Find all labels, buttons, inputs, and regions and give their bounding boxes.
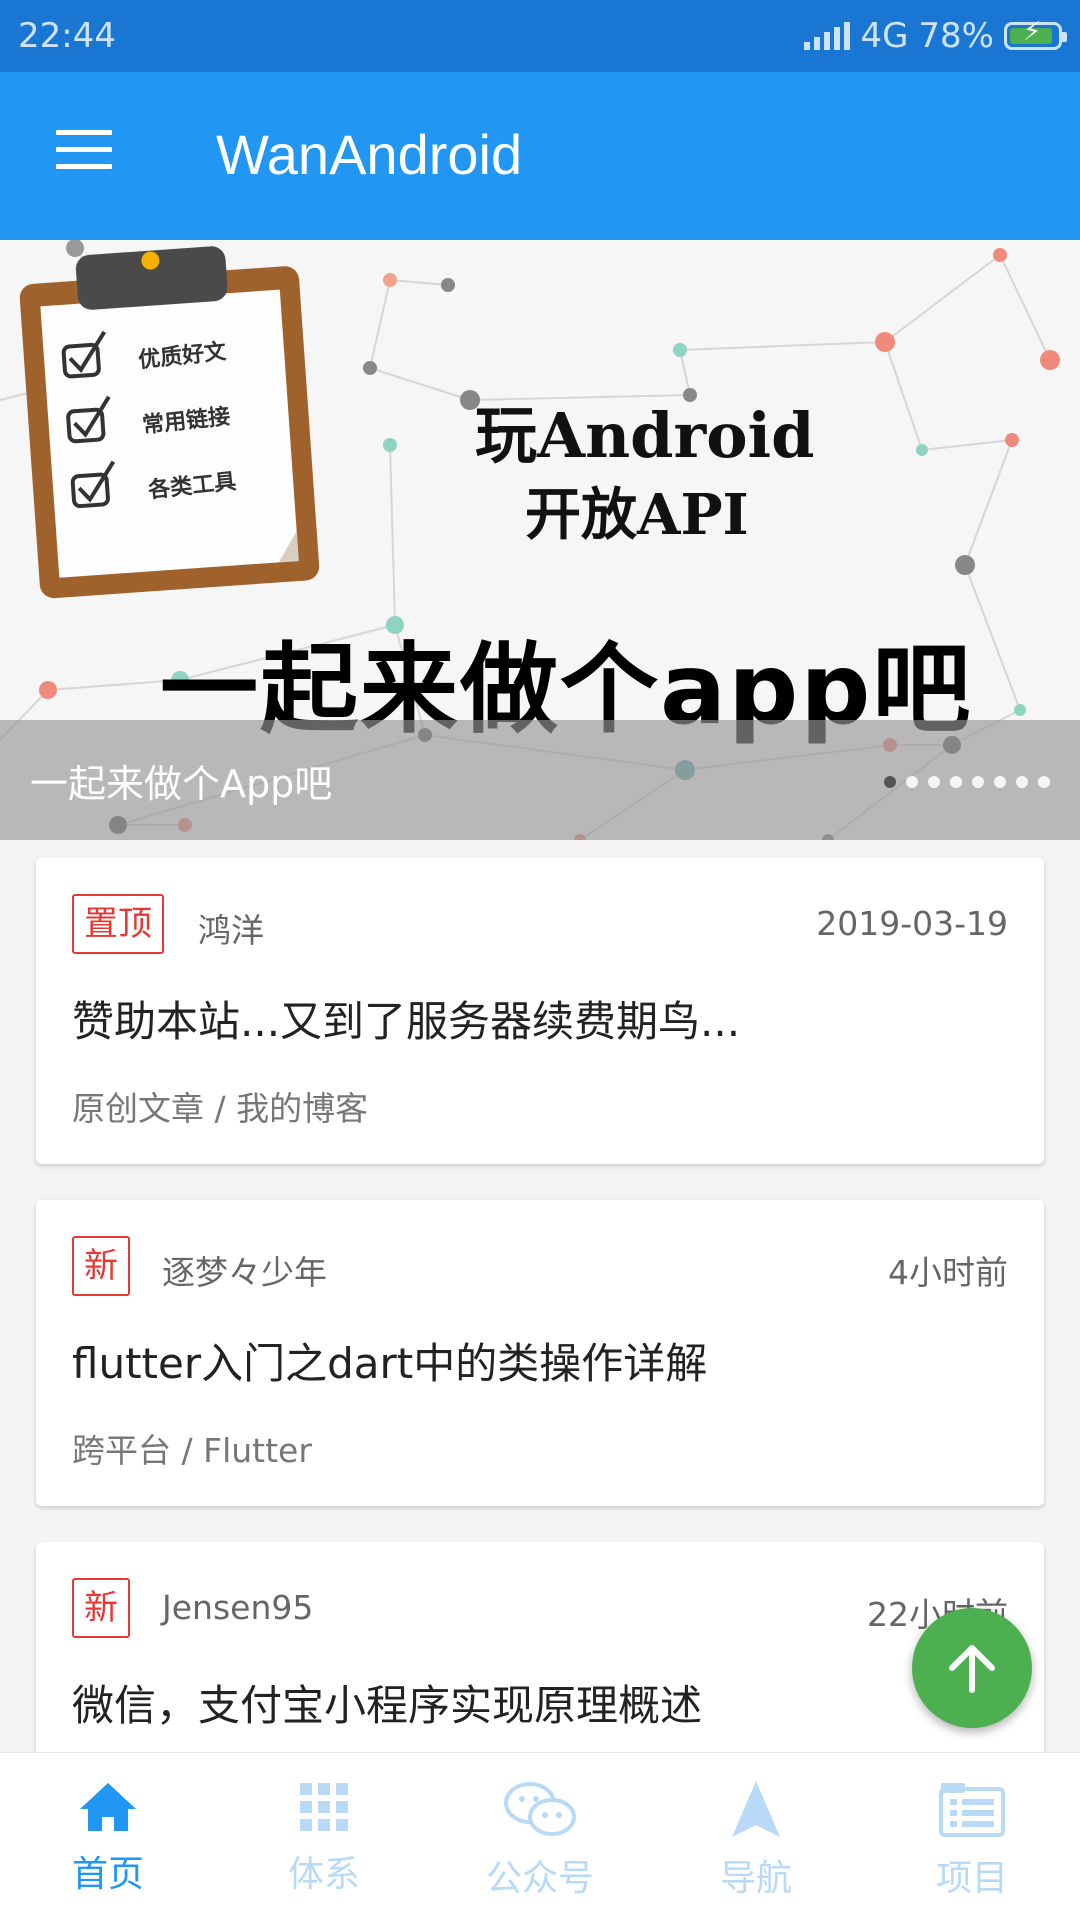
- carousel-dot[interactable]: [1038, 776, 1050, 788]
- app-title: WanAndroid: [216, 123, 523, 186]
- article-date: 2019-03-19: [816, 904, 1008, 943]
- carousel-dot[interactable]: [950, 776, 962, 788]
- network-type: 4G: [860, 16, 909, 56]
- signal-icon: [804, 22, 851, 50]
- nav-label: 首页: [71, 1854, 144, 1895]
- battery-icon: ⚡: [1004, 19, 1067, 50]
- banner-headline: 玩Android: [475, 399, 815, 472]
- battery-percent: 78%: [918, 16, 994, 56]
- article-title: flutter入门之dart中的类操作详解: [72, 1339, 708, 1388]
- scroll-to-top-button[interactable]: [912, 1608, 1032, 1728]
- carousel-indicator: [884, 776, 1050, 788]
- home-icon: [80, 1783, 136, 1831]
- list-icon: [939, 1783, 1005, 1837]
- wechat-icon: [504, 1782, 576, 1836]
- banner-caption: 一起来做个App吧: [30, 761, 333, 806]
- carousel-dot[interactable]: [972, 776, 984, 788]
- article-chapter[interactable]: 原创文章 / 我的博客: [72, 1082, 368, 1130]
- nav-item-navigation[interactable]: 导航: [648, 1753, 864, 1921]
- nav-item-system[interactable]: 体系: [216, 1753, 432, 1921]
- carousel-dot[interactable]: [884, 776, 896, 788]
- article-author[interactable]: 鸿洋: [198, 904, 264, 952]
- carousel-dot[interactable]: [994, 776, 1006, 788]
- article-chapter[interactable]: 跨平台 / Flutter: [72, 1424, 312, 1472]
- bottom-navigation: 首页 体系 公众号 导航 项目: [0, 1752, 1080, 1921]
- article-title: 赞助本站...又到了服务器续费期鸟...: [72, 997, 741, 1046]
- grid-icon: [300, 1783, 348, 1831]
- carousel-dot[interactable]: [928, 776, 940, 788]
- carousel-dot[interactable]: [906, 776, 918, 788]
- arrow-up-icon: [949, 1645, 995, 1693]
- nav-label: 导航: [719, 1858, 792, 1899]
- article-author[interactable]: 逐梦々少年: [162, 1246, 327, 1294]
- nav-label: 体系: [287, 1854, 360, 1895]
- carousel-dot[interactable]: [1016, 776, 1028, 788]
- navigation-arrow-icon: [732, 1781, 780, 1837]
- article-tag: 置顶: [72, 894, 164, 954]
- article-tag: 新: [72, 1578, 130, 1638]
- article-date: 4小时前: [888, 1253, 1008, 1292]
- status-icons: 4G 78% ⚡: [804, 16, 1067, 56]
- nav-label: 公众号: [485, 1858, 594, 1899]
- menu-icon[interactable]: [56, 130, 112, 170]
- article-card[interactable]: 新 逐梦々少年 4小时前 flutter入门之dart中的类操作详解 跨平台 /…: [36, 1200, 1044, 1506]
- banner-carousel[interactable]: 优质好文 常用链接 各类工具 玩Android 开放API 一起来做个app吧 …: [0, 240, 1080, 840]
- article-tag: 新: [72, 1236, 130, 1296]
- nav-item-project[interactable]: 项目: [864, 1753, 1080, 1921]
- status-bar: 22:44 4G 78% ⚡: [0, 0, 1080, 72]
- article-card[interactable]: 置顶 鸿洋 2019-03-19 赞助本站...又到了服务器续费期鸟... 原创…: [36, 858, 1044, 1164]
- nav-label: 项目: [935, 1858, 1008, 1899]
- app-toolbar: WanAndroid: [0, 72, 1080, 240]
- article-author[interactable]: Jensen95: [162, 1588, 313, 1627]
- status-time: 22:44: [18, 16, 116, 56]
- article-title: 微信，支付宝小程序实现原理概述: [72, 1681, 703, 1730]
- nav-item-home[interactable]: 首页: [0, 1753, 216, 1921]
- banner-subheadline: 开放API: [525, 482, 749, 548]
- nav-item-wechat[interactable]: 公众号: [432, 1753, 648, 1921]
